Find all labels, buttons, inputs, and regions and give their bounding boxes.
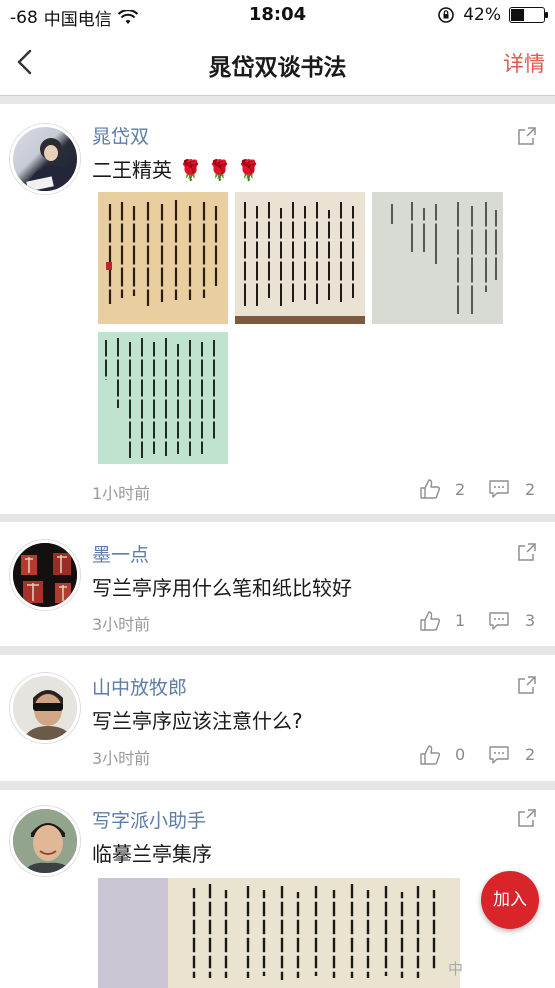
- comment-count: 2: [525, 480, 536, 499]
- post-text-body: 二王精英: [92, 158, 172, 182]
- post-username[interactable]: 墨一点: [92, 540, 149, 567]
- post-username[interactable]: 晁岱双: [92, 122, 149, 149]
- calligraphy-image[interactable]: [235, 192, 365, 324]
- like-icon[interactable]: [419, 478, 441, 500]
- join-button[interactable]: 加入: [481, 871, 539, 929]
- share-icon[interactable]: [517, 675, 537, 695]
- post-time: 1小时前: [92, 484, 151, 503]
- post-card[interactable]: 墨一点 写兰亭序用什么笔和纸比较好 3小时前 1 3: [0, 522, 555, 646]
- avatar-image: [26, 138, 77, 191]
- post-card[interactable]: 写字派小助手 临摹兰亭集序: [0, 790, 555, 988]
- calligraphy-image-art: [104, 200, 224, 306]
- battery-level: [511, 9, 525, 21]
- share-icon[interactable]: [517, 808, 537, 828]
- status-bar: -68 中国电信 18:04 42%: [0, 0, 555, 30]
- post-card[interactable]: 晁岱双 二王精英 🌹🌹🌹 1小时前 2 2: [0, 104, 555, 514]
- avatar-image: [13, 676, 77, 740]
- like-icon[interactable]: [419, 744, 441, 766]
- avatar[interactable]: [10, 806, 80, 876]
- comment-icon[interactable]: [488, 745, 510, 765]
- post-text: 写兰亭序应该注意什么?: [92, 709, 303, 733]
- post-time: 3小时前: [92, 749, 151, 768]
- avatar-image: [13, 543, 77, 607]
- share-icon[interactable]: [517, 126, 537, 146]
- like-icon[interactable]: [419, 610, 441, 632]
- calligraphy-image[interactable]: [98, 332, 228, 464]
- rose-emoji: 🌹🌹🌹: [178, 158, 266, 182]
- comment-icon[interactable]: [488, 479, 510, 499]
- detail-button[interactable]: 详情: [503, 48, 545, 78]
- page-title: 晁岱双谈书法: [208, 55, 347, 81]
- calligraphy-image-art: [98, 878, 460, 988]
- status-right: 42%: [437, 5, 548, 25]
- like-count: 1: [455, 611, 466, 630]
- comment-count: 2: [525, 745, 536, 764]
- like-count: 0: [455, 745, 466, 764]
- battery-icon: [509, 7, 548, 23]
- post-text: 临摹兰亭集序: [92, 842, 212, 866]
- calligraphy-image-art: [102, 338, 224, 458]
- nav-bar: 晁岱双谈书法 详情: [0, 30, 555, 96]
- post-card[interactable]: 山中放牧郎 写兰亭序应该注意什么? 3小时前 0 2: [0, 655, 555, 781]
- watermark-text: 中: [448, 960, 464, 978]
- calligraphy-image[interactable]: [98, 878, 460, 988]
- calligraphy-image[interactable]: [98, 192, 228, 324]
- post-text: 写兰亭序用什么笔和纸比较好: [92, 576, 352, 600]
- post-text: 二王精英 🌹🌹🌹: [92, 154, 265, 183]
- avatar[interactable]: [10, 540, 80, 610]
- comment-count: 3: [525, 611, 536, 630]
- comment-icon[interactable]: [488, 611, 510, 631]
- avatar[interactable]: [10, 673, 80, 743]
- post-username[interactable]: 山中放牧郎: [92, 673, 187, 700]
- calligraphy-image-art: [391, 202, 502, 314]
- orientation-lock-icon: [438, 7, 455, 23]
- calligraphy-image[interactable]: [372, 192, 503, 324]
- calligraphy-image-art: [235, 192, 365, 324]
- share-icon[interactable]: [517, 542, 537, 562]
- avatar[interactable]: [10, 124, 80, 194]
- like-count: 2: [455, 480, 466, 499]
- avatar-image: [13, 809, 77, 873]
- post-time: 3小时前: [92, 615, 151, 634]
- battery-percent: 42%: [463, 5, 501, 25]
- post-username[interactable]: 写字派小助手: [92, 806, 206, 833]
